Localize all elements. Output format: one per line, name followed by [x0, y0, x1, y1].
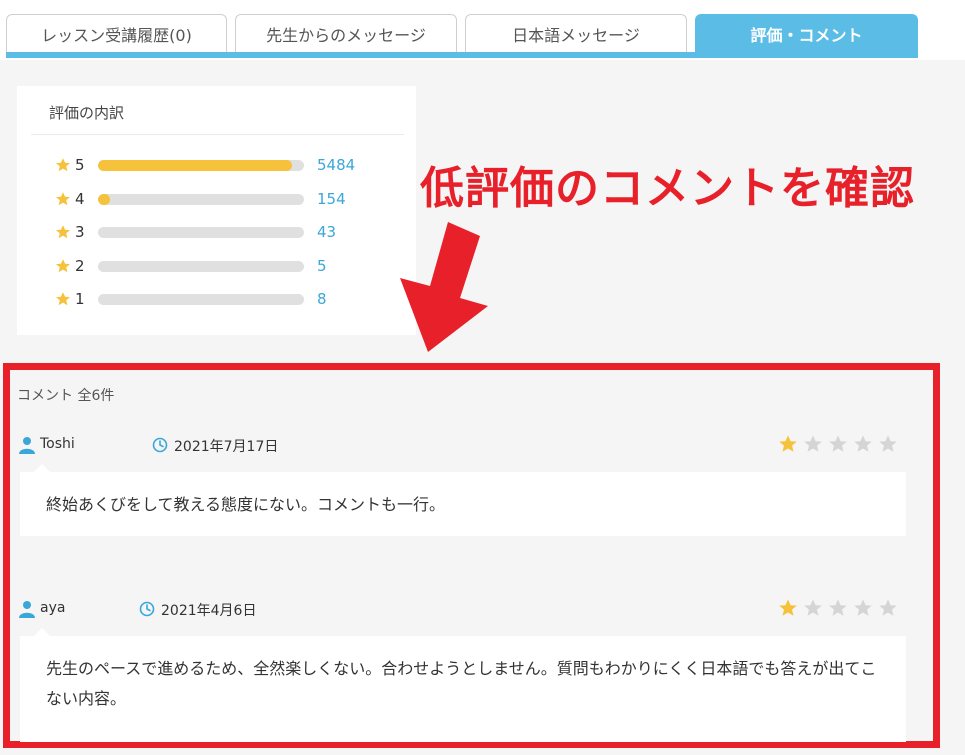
comment-text: 先生のペースで進めるため、全然楽しくない。合わせようとしません。質問もわかりにく… [46, 659, 877, 708]
user-icon [19, 437, 35, 454]
comment-date: 2021年4月6日 [161, 603, 257, 619]
comment-user[interactable]: aya [40, 600, 65, 616]
rating-bar [98, 294, 304, 305]
rating-row-5: 5 5484 [55, 155, 395, 175]
speech-tip [34, 464, 50, 472]
star-icon [55, 259, 71, 273]
rating-level: 1 [75, 290, 85, 308]
star-empty-icon [854, 599, 872, 616]
comments-section: コメント 全6件 Toshi 2021年7月17日 終始あくびをして教える態度に… [3, 363, 940, 748]
star-rating [778, 434, 903, 456]
comment-meta: aya 2021年4月6日 [18, 598, 908, 622]
tab-teacher-messages[interactable]: 先生からのメッセージ [235, 14, 457, 52]
star-icon [55, 158, 71, 172]
star-empty-icon [829, 599, 847, 616]
rating-level: 3 [75, 223, 85, 241]
rating-bar [98, 194, 304, 205]
comment-body: 終始あくびをして教える態度にない。コメントも一行。 [20, 464, 906, 536]
rating-count[interactable]: 8 [317, 289, 327, 309]
comment-date: 2021年7月17日 [174, 439, 279, 455]
divider [31, 134, 404, 135]
rating-level: 4 [75, 190, 85, 208]
comment-text: 終始あくびをして教える態度にない。コメントも一行。 [46, 495, 446, 514]
breakdown-title: 評価の内訳 [49, 104, 125, 122]
star-empty-icon [879, 599, 897, 616]
tab-ratings-comments[interactable]: 評価・コメント [695, 14, 918, 52]
star-icon [55, 292, 71, 306]
rating-row-2: 2 5 [55, 256, 395, 276]
star-filled-icon [779, 435, 797, 452]
comment-user[interactable]: Toshi [40, 436, 75, 452]
rating-row-1: 1 8 [55, 289, 395, 309]
star-empty-icon [804, 599, 822, 616]
clock-icon [152, 437, 168, 453]
rating-bar-fill [98, 194, 111, 205]
rating-bar-fill [98, 160, 292, 171]
star-rating [778, 598, 903, 620]
star-empty-icon [879, 435, 897, 452]
comment-body: 先生のペースで進めるため、全然楽しくない。合わせようとしません。質問もわかりにく… [20, 628, 906, 742]
rating-row-3: 3 43 [55, 222, 395, 242]
rating-count[interactable]: 154 [317, 189, 346, 209]
rating-level: 2 [75, 257, 85, 275]
user-icon [19, 601, 35, 618]
star-empty-icon [829, 435, 847, 452]
rating-breakdown-panel: 評価の内訳 5 5484 4 154 3 43 2 5 1 8 [17, 86, 416, 335]
tab-underline [6, 52, 918, 58]
star-icon [55, 225, 71, 239]
annotation-text: 低評価のコメントを確認 [420, 163, 915, 214]
clock-icon [139, 601, 155, 617]
star-empty-icon [804, 435, 822, 452]
star-filled-icon [779, 599, 797, 616]
star-empty-icon [854, 435, 872, 452]
rating-count[interactable]: 5484 [317, 155, 355, 175]
rating-bar [98, 261, 304, 272]
arrow-down-icon [400, 222, 488, 352]
tab-japanese-messages[interactable]: 日本語メッセージ [465, 14, 687, 52]
rating-count[interactable]: 43 [317, 222, 336, 242]
comment-meta: Toshi 2021年7月17日 [18, 434, 908, 458]
rating-bar [98, 160, 304, 171]
rating-row-4: 4 154 [55, 189, 395, 209]
rating-bar [98, 227, 304, 238]
rating-count[interactable]: 5 [317, 256, 327, 276]
star-icon [55, 192, 71, 206]
comments-count: コメント 全6件 [17, 388, 115, 404]
rating-level: 5 [75, 156, 85, 174]
speech-tip [34, 628, 50, 636]
tab-lesson-history[interactable]: レッスン受講履歴(0) [6, 14, 227, 52]
